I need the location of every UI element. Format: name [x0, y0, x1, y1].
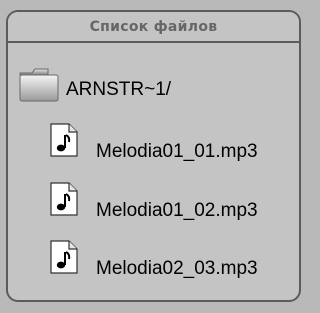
list-item-file[interactable]: Melodia02_03.mp3 — [8, 236, 299, 294]
music-file-icon — [50, 123, 78, 162]
folder-label: ARNSTR~1/ — [66, 79, 172, 100]
file-list: ARNSTR~1/ Melodia01_01.mp3 Melodia01_02.… — [8, 43, 299, 300]
panel-header: Список файлов — [8, 12, 299, 43]
file-list-panel: Список файлов ARNSTR~1/ Melodia01_01.mp3… — [6, 10, 301, 302]
list-item-folder[interactable]: ARNSTR~1/ — [8, 61, 299, 119]
music-file-icon — [50, 182, 78, 221]
folder-icon — [18, 67, 60, 108]
file-label: Melodia02_03.mp3 — [96, 258, 258, 279]
list-item-file[interactable]: Melodia01_01.mp3 — [8, 119, 299, 177]
file-label: Melodia01_01.mp3 — [96, 141, 258, 162]
music-file-icon — [50, 240, 78, 279]
list-item-file[interactable]: Melodia01_02.mp3 — [8, 178, 299, 236]
file-label: Melodia01_02.mp3 — [96, 200, 258, 221]
panel-title: Список файлов — [89, 18, 218, 35]
